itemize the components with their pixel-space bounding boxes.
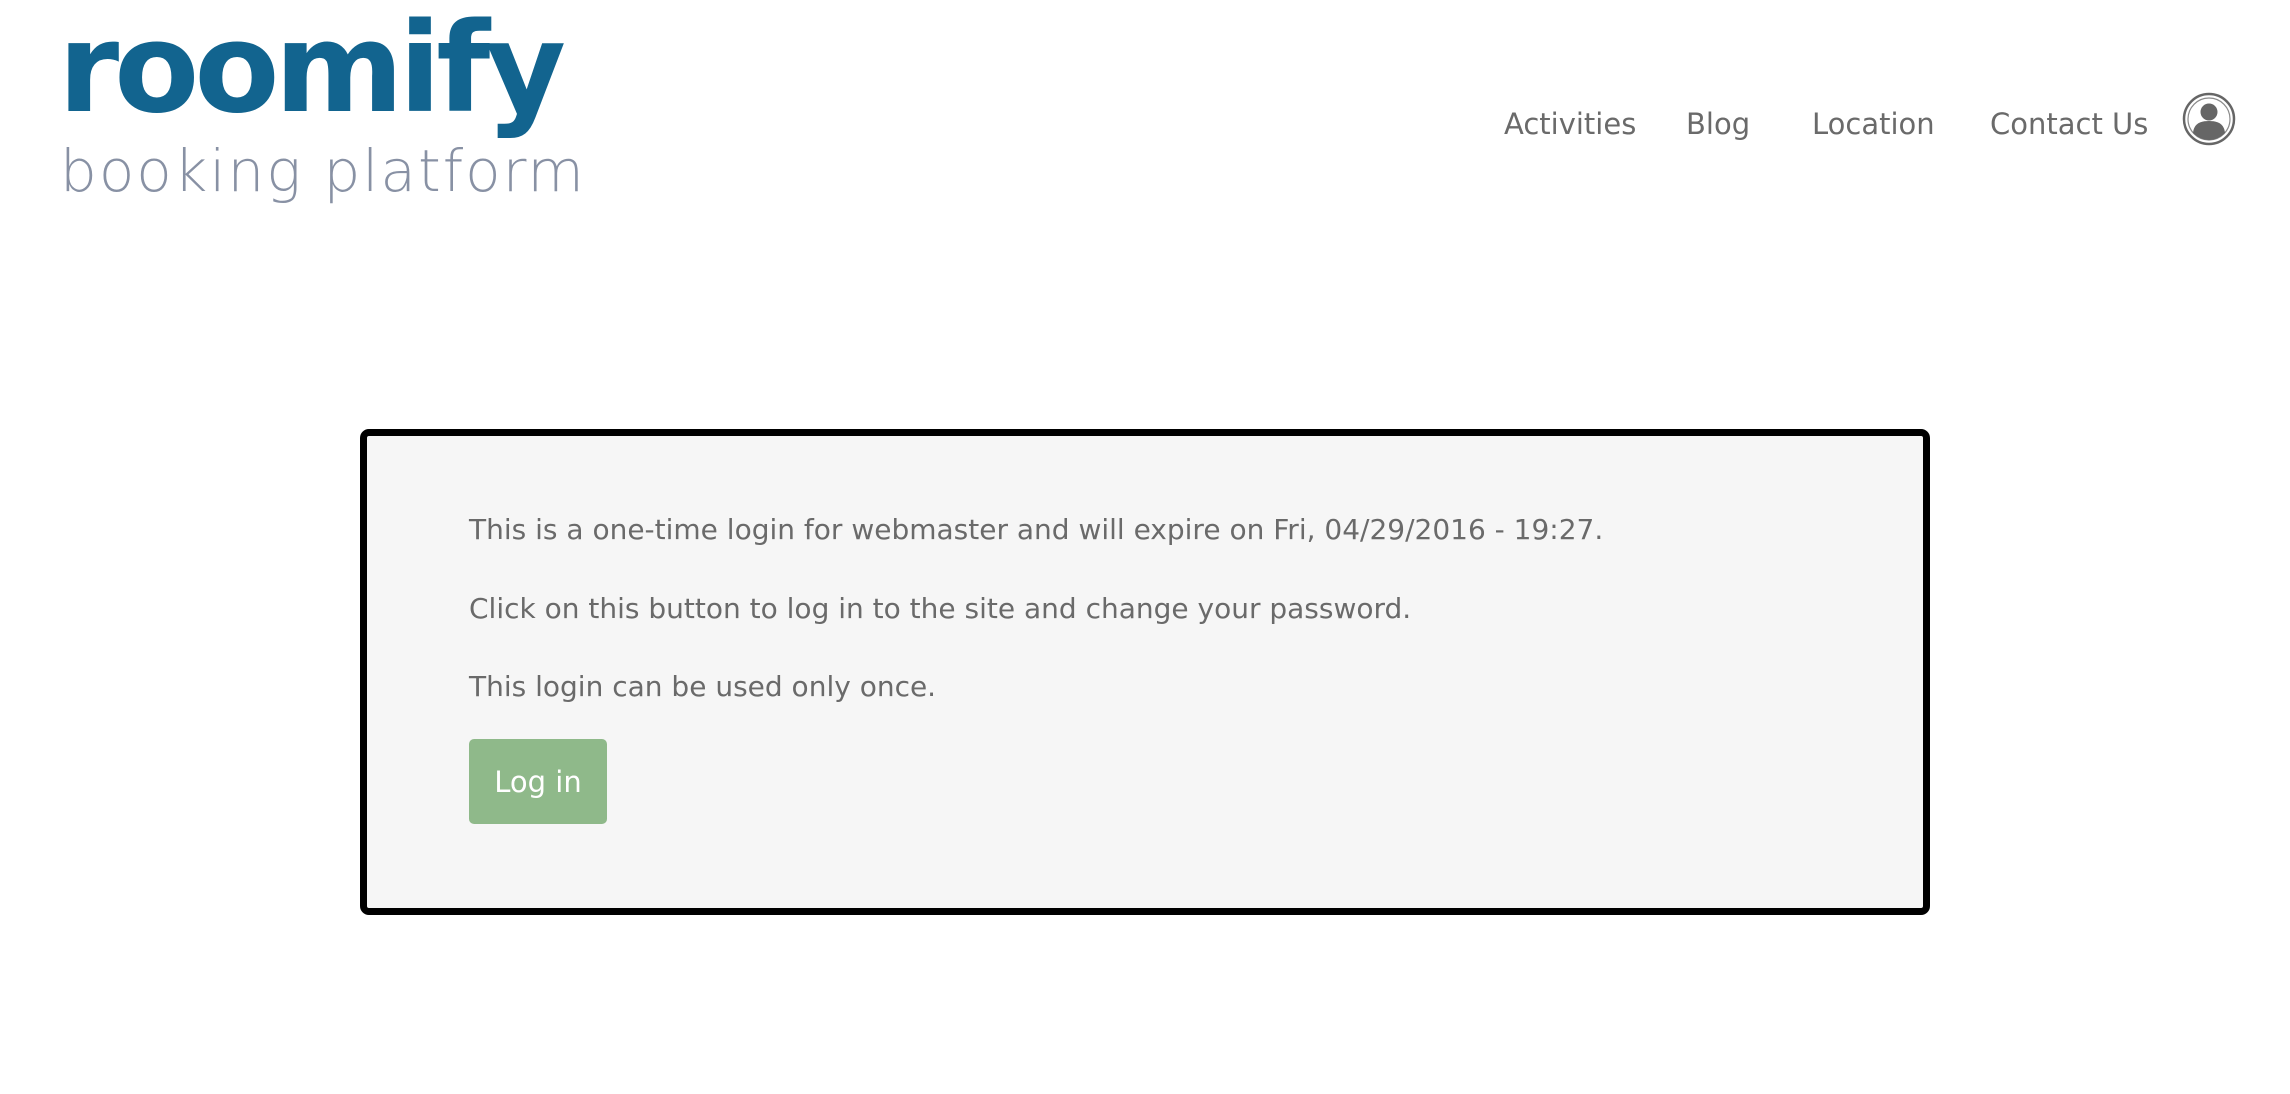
user-account-button[interactable] <box>2182 92 2236 146</box>
nav-item-contact-us[interactable]: Contact Us <box>1990 98 2148 150</box>
user-account-icon <box>2182 92 2236 146</box>
login-instruction-message: Click on this button to log in to the si… <box>469 592 1412 625</box>
login-expiry-message: This is a one-time login for webmaster a… <box>469 513 1604 546</box>
one-time-login-panel: This is a one-time login for webmaster a… <box>360 429 1930 915</box>
main-nav: Activities Blog Location Contact Us <box>0 98 2290 150</box>
nav-item-location[interactable]: Location <box>1812 98 1935 150</box>
login-once-message: This login can be used only once. <box>469 670 937 703</box>
page: roomify booking platform Activities Blog… <box>0 0 2290 1094</box>
nav-item-activities[interactable]: Activities <box>1504 98 1636 150</box>
nav-item-blog[interactable]: Blog <box>1686 98 1750 150</box>
log-in-button[interactable]: Log in <box>469 739 607 824</box>
